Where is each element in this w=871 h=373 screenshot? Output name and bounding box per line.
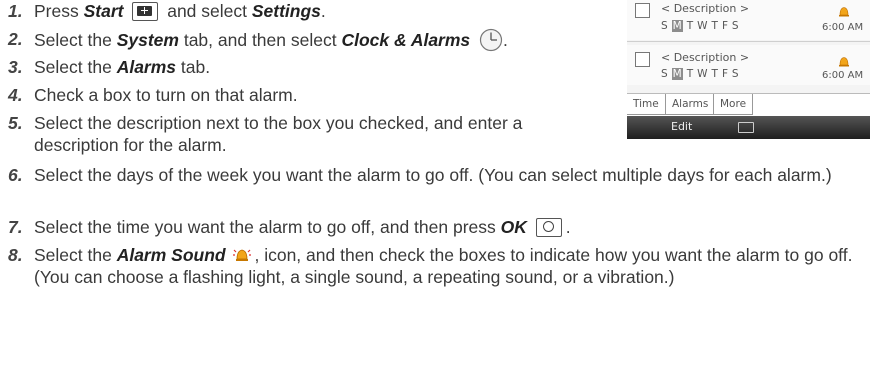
- tab-alarms[interactable]: Alarms: [665, 94, 716, 115]
- text: Select the: [34, 245, 117, 265]
- day-label: W: [697, 68, 712, 80]
- day-label: T: [711, 20, 722, 32]
- day-label: T: [711, 68, 722, 80]
- day-label-selected: M: [671, 68, 683, 80]
- edit-softkey[interactable]: Edit: [671, 120, 692, 133]
- day-label: T: [686, 20, 698, 32]
- alarm-sound-icon[interactable]: [837, 55, 851, 67]
- ok-key-icon: [535, 218, 562, 237]
- step: 6. Select the days of the week you want …: [8, 164, 868, 186]
- alarm-sound-icon[interactable]: [837, 5, 851, 17]
- alarm-row: < Description > SM TWTFS 6:00 AM: [627, 0, 870, 40]
- step-text: Check a box to turn on that alarm.: [34, 85, 298, 105]
- step-number: 4.: [8, 85, 23, 105]
- step-number: 8.: [8, 245, 23, 265]
- softkey-bar: Edit: [627, 116, 870, 139]
- step: 2. Select the System tab, and then selec…: [8, 28, 618, 52]
- step-text: Select the Alarm Sound , icon, and then …: [34, 244, 868, 288]
- step-text: Select the time you want the alarm to go…: [34, 216, 868, 238]
- step: 8. Select the Alarm Sound , icon, and th…: [8, 244, 868, 288]
- alarm-description[interactable]: < Description >: [661, 2, 749, 15]
- keyboard-icon[interactable]: [738, 122, 754, 133]
- step-number: 7.: [8, 217, 23, 237]
- alarm-time[interactable]: 6:00 AM: [822, 70, 863, 81]
- day-label: S: [661, 68, 672, 80]
- day-label: S: [661, 20, 672, 32]
- step-number: 3.: [8, 57, 23, 77]
- step-number: 5.: [8, 113, 23, 133]
- alarm-checkbox[interactable]: [635, 52, 650, 67]
- step: 4. Check a box to turn on that alarm.: [8, 84, 598, 106]
- text: tab.: [176, 57, 211, 77]
- text: [470, 30, 475, 50]
- alarm-time[interactable]: 6:00 AM: [822, 22, 863, 33]
- day-label: F: [721, 20, 732, 32]
- step-text: Select the Alarms tab.: [34, 56, 598, 78]
- step-number: 1.: [8, 1, 23, 21]
- phone-screenshot: < Description > SM TWTFS 6:00 AM < Descri…: [627, 0, 870, 139]
- start-label: Start: [83, 1, 124, 21]
- system-label: System: [116, 30, 179, 50]
- text: [226, 245, 231, 265]
- step-number: 6.: [8, 165, 23, 185]
- text: Select the time you want the alarm to go…: [34, 217, 501, 237]
- tab-more[interactable]: More: [713, 94, 754, 115]
- clock-alarms-label: Clock & Alarms: [341, 30, 471, 50]
- text: [527, 217, 532, 237]
- step: 7. Select the time you want the alarm to…: [8, 216, 868, 238]
- alarm-sound-icon: [233, 249, 252, 261]
- step-text: Press Start and select Settings.: [34, 0, 598, 22]
- alarm-sound-label: Alarm Sound: [116, 245, 226, 265]
- step: 3. Select the Alarms tab.: [8, 56, 598, 78]
- day-label: T: [686, 68, 698, 80]
- start-key-icon: [132, 2, 159, 21]
- day-label: S: [731, 68, 743, 80]
- text: .: [503, 30, 508, 50]
- text: Select the: [34, 30, 117, 50]
- text: Press: [34, 1, 84, 21]
- day-label: S: [731, 20, 743, 32]
- day-label: W: [697, 20, 712, 32]
- clock-icon: [479, 28, 503, 52]
- step-number: 2.: [8, 29, 23, 49]
- day-label-selected: M: [671, 20, 683, 32]
- tab-time[interactable]: Time: [627, 94, 666, 115]
- text: tab, and then select: [178, 30, 342, 50]
- divider: [627, 41, 870, 42]
- step-text: Select the description next to the box y…: [34, 113, 523, 155]
- alarm-checkbox[interactable]: [635, 3, 650, 18]
- step: 1. Press Start and select Settings.: [8, 0, 598, 22]
- text: Select the: [34, 57, 117, 77]
- text: and select: [162, 1, 252, 21]
- day-label: F: [721, 68, 732, 80]
- ok-label: OK: [500, 217, 527, 237]
- text: .: [320, 1, 326, 21]
- alarm-days[interactable]: SM TWTFS: [661, 20, 743, 32]
- alarm-days[interactable]: SM TWTFS: [661, 68, 743, 80]
- step-text: Select the System tab, and then select C…: [34, 28, 618, 52]
- settings-label: Settings: [251, 1, 321, 21]
- step: 5. Select the description next to the bo…: [8, 112, 608, 156]
- alarm-description[interactable]: < Description >: [661, 51, 749, 64]
- tab-bar: Time Alarms More: [627, 93, 870, 116]
- alarms-label: Alarms: [116, 57, 177, 77]
- alarm-row: < Description > SM TWTFS 6:00 AM: [627, 45, 870, 85]
- text: .: [565, 217, 571, 237]
- step-text: Select the days of the week you want the…: [34, 165, 832, 185]
- text: [123, 1, 128, 21]
